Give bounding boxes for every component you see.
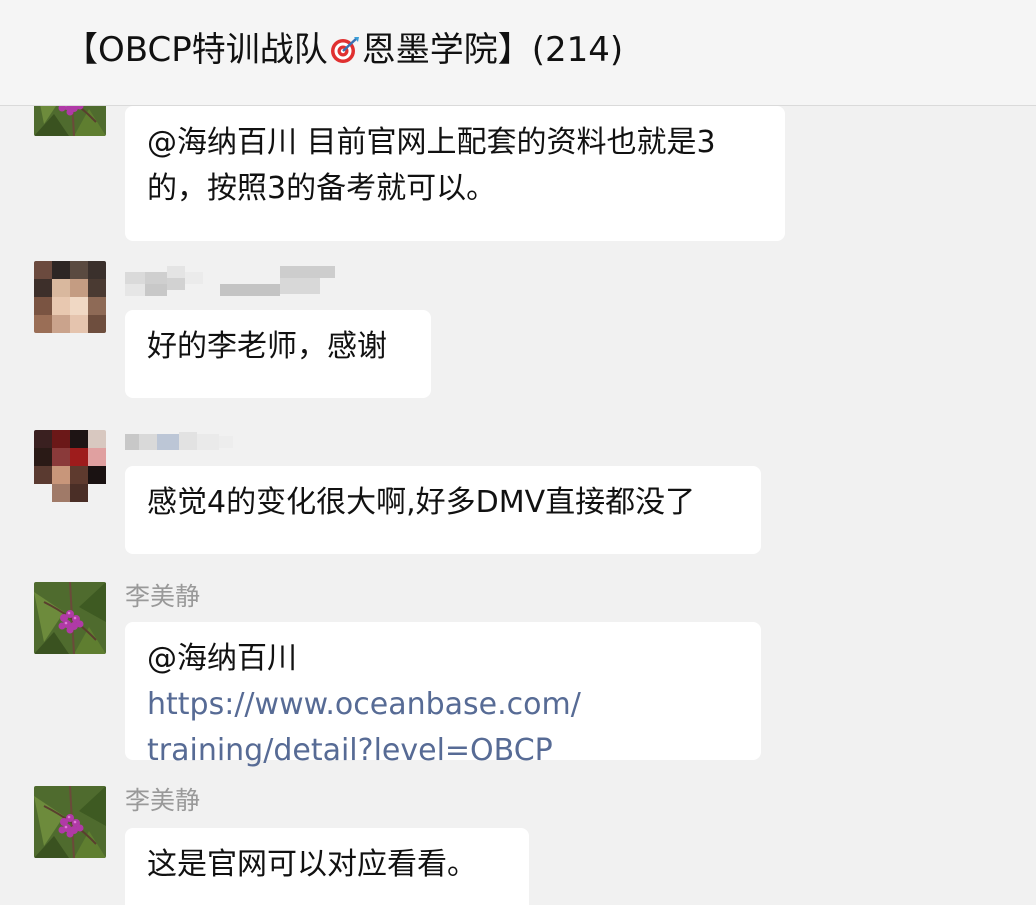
target-icon	[330, 32, 360, 63]
message-text: 感觉4的变化很大啊,好多DMV直接都没了	[147, 485, 696, 520]
sender-name-blurred	[125, 426, 245, 460]
message-link-continuation[interactable]: training/detail?level=OBCP	[147, 728, 739, 774]
message-bubble[interactable]: 好的李老师，感谢	[125, 310, 431, 398]
message-list[interactable]: @海纳百川 目前官网上配套的资料也就是3 的，按照3的备考就可以。 好的李老师，…	[0, 106, 1036, 905]
message-text: 这是官网可以对应看看。	[147, 847, 477, 882]
chat-title: 【OBCP特训战队 恩墨学院】(214)	[64, 28, 623, 72]
message-bubble[interactable]: @海纳百川 目前官网上配套的资料也就是3 的，按照3的备考就可以。	[125, 106, 785, 241]
chat-title-prefix: 【OBCP特训战队	[64, 30, 328, 70]
message-bubble[interactable]: 感觉4的变化很大啊,好多DMV直接都没了	[125, 466, 761, 554]
berry-photo-avatar[interactable]	[34, 106, 106, 136]
berry-photo-avatar[interactable]	[34, 582, 106, 654]
sender-name-blurred	[125, 266, 345, 300]
pixelated-avatar[interactable]	[34, 430, 106, 502]
berry-photo-avatar[interactable]	[34, 786, 106, 858]
message-text-line: @海纳百川 目前官网上配套的资料也就是3	[147, 125, 716, 160]
message-bubble[interactable]: @海纳百川 https://www.oceanbase.com/ trainin…	[125, 622, 761, 768]
message-bubble[interactable]: 这是官网可以对应看看。	[125, 828, 529, 905]
chat-title-suffix: 恩墨学院】(214)	[361, 30, 624, 70]
sender-name: 李美静	[125, 582, 201, 611]
sender-name: 李美静	[125, 786, 201, 815]
message-link[interactable]: https://www.oceanbase.com/	[147, 687, 581, 722]
mention-text[interactable]: @海纳百川	[147, 641, 297, 676]
message-text: 好的李老师，感谢	[147, 329, 387, 364]
chat-header: 【OBCP特训战队 恩墨学院】(214)	[0, 0, 1036, 106]
message-text-line: 的，按照3的备考就可以。	[147, 171, 497, 206]
pixelated-avatar[interactable]	[34, 261, 106, 333]
